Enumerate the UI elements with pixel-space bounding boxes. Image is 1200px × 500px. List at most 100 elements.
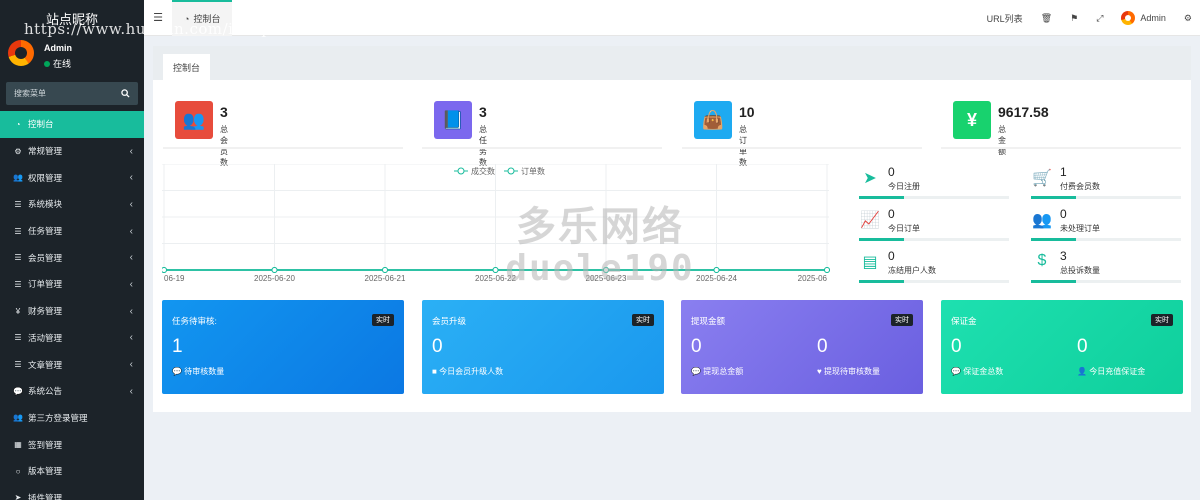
sidebar-item-label: 系统模块 [28, 199, 63, 210]
list-icon: ☰ [14, 360, 22, 370]
data-point [162, 267, 167, 273]
fullscreen-icon[interactable]: ⤢ [1096, 13, 1103, 24]
sidebar-item-4[interactable]: ☰ 任务管理 ‹ [0, 218, 144, 245]
sidebar-item-9[interactable]: ☰ 文章管理 ‹ [0, 351, 144, 378]
x-tick-label: 2025-06-24 [696, 274, 737, 283]
realtime-badge: 实时 [632, 314, 654, 326]
mini-stat: ➤ 0 今日注册 [859, 165, 1009, 205]
stat-value: 9617.58 [998, 104, 1049, 120]
panel-value: 0 [951, 336, 962, 357]
settings-gear-icon[interactable]: ⚙ [1184, 13, 1192, 24]
list-icon: ☰ [14, 333, 22, 343]
sidebar-item-8[interactable]: ☰ 活动管理 ‹ [0, 325, 144, 352]
stat-label: 总订单数 [739, 125, 747, 167]
circle-icon: ○ [15, 466, 21, 476]
legend-marker [457, 167, 465, 175]
sidebar-item-0[interactable]: ◔ 控制台 [0, 111, 144, 138]
sidebar-item-12[interactable]: ▦ 签到管理 [0, 431, 144, 458]
panel-value: 0 [691, 336, 702, 357]
users-icon: 👥 [175, 101, 213, 139]
sidebar-item-10[interactable]: 💬 系统公告 ‹ [0, 378, 144, 405]
sidebar-item-6[interactable]: ☰ 订单管理 ‹ [0, 271, 144, 298]
sidebar-item-label: 财务管理 [28, 306, 63, 317]
chevron-left-icon: ‹ [129, 332, 133, 344]
mini-stat: ▤ 0 冻结用户人数 [859, 249, 1009, 289]
url-list-link[interactable]: URL列表 [987, 12, 1023, 25]
list-alt-icon: ▤ [862, 254, 878, 271]
mini-stat: 📈 0 今日订单 [859, 207, 1009, 247]
tab-dashboard[interactable]: ◔ 控制台 [172, 0, 233, 36]
stat-label: 总金额 [998, 125, 1006, 156]
trash-icon[interactable]: 🗑 [1041, 13, 1052, 24]
panel-desc-label: 提现总金额 [703, 367, 744, 376]
sidebar-menu: ◔ 控制台 ⚙ 常规管理 ‹ 👥 权限管理 ‹ ☰ 系统模块 ‹ ☰ 任务管理 ‹ ☰ … [0, 111, 144, 500]
cart-icon: 🛒 [1032, 170, 1052, 187]
shopping-bag-icon: 👜 [694, 101, 732, 139]
panel-value: 0 [817, 336, 828, 357]
mini-stat: 👥 0 未处理订单 [1031, 207, 1181, 247]
site-logo[interactable]: 站点昵称 [0, 0, 144, 36]
legend-label: 订单数 [521, 166, 545, 176]
sidebar-item-label: 会员管理 [28, 252, 63, 263]
menu-toggle-icon[interactable]: ☰ [144, 11, 172, 24]
summary-panel: 会员升级 实时 0 ■ 今日会员升级人数 [422, 300, 664, 394]
data-point [271, 267, 278, 273]
language-icon[interactable]: ⚑ [1070, 13, 1078, 24]
sidebar-item-7[interactable]: ¥ 财务管理 ‹ [0, 298, 144, 325]
main-content: 控制台 👥 3 总会员数 📘 3 总任务数 👜 10 总订单数 ¥ 9617.5… [153, 46, 1191, 412]
stat-value: 10 [739, 104, 755, 120]
summary-panel: 保证金 实时 0 💬 保证金总数 0 👤 今日充值保证金 [941, 300, 1183, 394]
chevron-left-icon: ‹ [129, 225, 133, 237]
mini-stat-label: 总投诉数量 [1060, 266, 1100, 275]
mini-stat-label: 冻结用户人数 [888, 266, 936, 275]
sidebar-item-1[interactable]: ⚙ 常规管理 ‹ [0, 138, 144, 165]
panel-title: 提现金额 [691, 316, 726, 326]
panel-value: 0 [432, 336, 443, 357]
sidebar-item-label: 插件管理 [28, 492, 63, 500]
group-icon: 👥 [13, 413, 23, 423]
content-tab-dashboard[interactable]: 控制台 [163, 54, 211, 80]
data-point [824, 267, 830, 273]
list-icon: ☰ [14, 279, 22, 289]
sidebar-item-14[interactable]: ➤ 插件管理 [0, 485, 144, 500]
yen-icon: ¥ [15, 306, 21, 316]
sidebar-item-11[interactable]: 👥 第三方登录管理 [0, 405, 144, 432]
rocket-icon: ➤ [863, 170, 877, 187]
user-status-label: 在线 [53, 59, 72, 69]
sidebar-item-2[interactable]: 👥 权限管理 ‹ [0, 164, 144, 191]
list-icon: ☰ [14, 226, 22, 236]
chevron-left-icon: ‹ [129, 359, 133, 371]
data-point [713, 267, 720, 273]
sidebar-item-label: 活动管理 [28, 332, 63, 343]
divider [422, 147, 662, 149]
sidebar-item-label: 版本管理 [28, 466, 63, 477]
panel-desc-label: 待审核数量 [184, 367, 225, 376]
menu-search-input[interactable] [14, 89, 114, 98]
search-icon[interactable] [121, 89, 130, 98]
list-icon: ☰ [14, 199, 22, 209]
realtime-badge: 实时 [1151, 314, 1173, 326]
sidebar-item-3[interactable]: ☰ 系统模块 ‹ [0, 191, 144, 218]
mini-stat-value: 1 [1060, 165, 1067, 179]
topbar-right: URL列表 🗑 ⚑ ⤢ Admin ⚙ [987, 0, 1192, 36]
panel-value: 1 [172, 336, 183, 357]
sidebar-item-13[interactable]: ○ 版本管理 [0, 458, 144, 485]
x-tick-label: 2025-06 [798, 274, 828, 283]
divider [682, 147, 922, 149]
data-point [603, 267, 609, 273]
sidebar-item-label: 订单管理 [28, 279, 63, 290]
top-user-menu[interactable]: Admin [1121, 11, 1166, 25]
mini-stat-label: 未处理订单 [1060, 224, 1100, 233]
cogs-icon: ⚙ [14, 146, 22, 156]
dashboard-icon: ◔ [15, 119, 21, 129]
x-tick-label: 2025-06-20 [254, 274, 295, 283]
sidebar-item-5[interactable]: ☰ 会员管理 ‹ [0, 244, 144, 271]
x-tick-label: 06-19 [164, 274, 185, 283]
mini-stat-label: 今日注册 [888, 182, 920, 191]
group-icon: 👥 [13, 173, 23, 183]
panel-desc-label: 提现待审核数量 [823, 367, 880, 376]
panel-desc: 👤 今日充值保证金 [1077, 366, 1145, 377]
menu-search [6, 82, 138, 105]
panel-desc: 💬 待审核数量 [172, 366, 224, 377]
online-dot-icon [44, 60, 50, 67]
